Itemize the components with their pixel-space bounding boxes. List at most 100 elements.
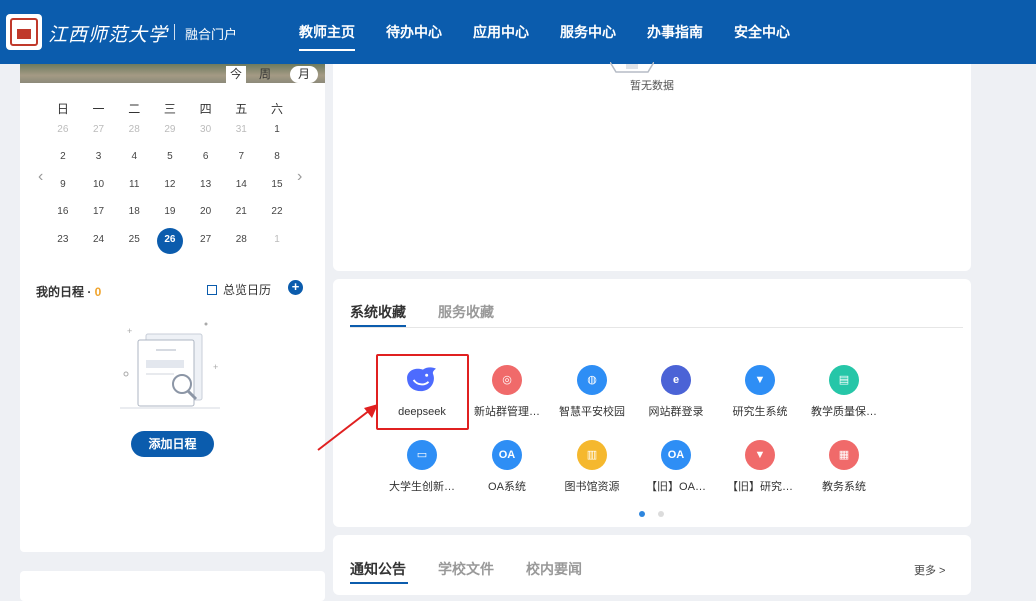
nav-todo-center[interactable]: 待办中心	[386, 0, 442, 64]
calendar-day[interactable]: 7	[223, 145, 259, 169]
tab-campus-news[interactable]: 校内要闻	[526, 559, 582, 579]
view-tab-month[interactable]: 月	[290, 66, 318, 83]
calendar-day[interactable]: 6	[188, 145, 224, 169]
nav-service-center[interactable]: 服务中心	[560, 0, 616, 64]
app-tile-10[interactable]: ▼ 【旧】研究…	[718, 440, 802, 494]
empty-box-icon	[610, 62, 654, 73]
add-schedule-plus-icon[interactable]: +	[288, 280, 303, 295]
calendar-icon	[207, 285, 217, 295]
calendar-day[interactable]: 1	[259, 228, 295, 252]
calendar-day[interactable]: 13	[188, 173, 224, 197]
oa-icon: OA	[661, 440, 691, 470]
empty-data-text: 暂无数据	[630, 80, 674, 92]
calendar-day[interactable]: 24	[81, 228, 117, 252]
tabs-divider	[350, 327, 963, 328]
calendar-day[interactable]: 18	[116, 200, 152, 224]
calendar-day[interactable]: 28	[116, 118, 152, 142]
more-link[interactable]: 更多 >	[914, 562, 945, 578]
svg-text:+: +	[127, 326, 132, 336]
calendar-day[interactable]: 3	[81, 145, 117, 169]
calendar-day[interactable]: 9	[45, 173, 81, 197]
calendar-day[interactable]: 8	[259, 145, 295, 169]
app-tile-11[interactable]: ▦ 教务系统	[802, 440, 886, 494]
calendar-day[interactable]: 16	[45, 200, 81, 224]
calendar-day[interactable]: 11	[116, 173, 152, 197]
calendar-day[interactable]: 4	[116, 145, 152, 169]
calendar-day[interactable]: 19	[152, 200, 188, 224]
header-divider	[174, 24, 175, 40]
calendar-day[interactable]: 5	[152, 145, 188, 169]
nav-guide[interactable]: 办事指南	[647, 0, 703, 64]
weekday: 日	[56, 102, 69, 116]
empty-schedule-illustration: + +	[120, 322, 220, 409]
calendar-week-row: 16 17 18 19 20 21 22	[45, 200, 295, 224]
calendar-day[interactable]: 26	[45, 118, 81, 142]
app-label: 新站群管理…	[474, 406, 540, 418]
nav-app-center[interactable]: 应用中心	[473, 0, 529, 64]
weekday: 三	[163, 102, 176, 116]
calendar-day[interactable]: 25	[116, 228, 152, 252]
chevron-right-icon[interactable]: ›	[297, 168, 302, 186]
nav-security-center[interactable]: 安全中心	[734, 0, 790, 64]
app-tile-8[interactable]: ▥ 图书馆资源	[550, 440, 634, 494]
tab-system-favorites[interactable]: 系统收藏	[350, 302, 406, 322]
calendar-day[interactable]: 20	[188, 200, 224, 224]
open-book-icon: ▦	[829, 440, 859, 470]
calendar-day[interactable]: 14	[223, 173, 259, 197]
favorites-tabs: 系统收藏 服务收藏	[350, 302, 526, 322]
calendar-day[interactable]: 31	[223, 118, 259, 142]
calendar-day[interactable]: 12	[152, 173, 188, 197]
weekday: 六	[270, 102, 283, 116]
calendar-day[interactable]: 27	[81, 118, 117, 142]
school-logo[interactable]	[6, 14, 42, 50]
calendar-day[interactable]: 15	[259, 173, 295, 197]
app-tile-1[interactable]: ◎ 新站群管理…	[465, 365, 549, 419]
app-tile-6[interactable]: ▭ 大学生创新…	[380, 440, 464, 494]
app-tile-3[interactable]: e 网站群登录	[634, 365, 718, 419]
schedule-title: 我的日程 · 0	[36, 283, 101, 300]
calendar-week-row: 2345678	[45, 145, 295, 169]
calendar-day[interactable]: 2	[45, 145, 81, 169]
tab-school-documents[interactable]: 学校文件	[438, 559, 494, 579]
calendar-day[interactable]: 1	[259, 118, 295, 142]
app-tile-2[interactable]: ◍ 智慧平安校园	[550, 365, 634, 419]
weekday: 四	[199, 102, 212, 116]
annotation-arrow-icon	[317, 404, 378, 451]
chevron-left-icon[interactable]: ‹	[38, 168, 43, 186]
calendar-week-row: 23 24 25 26 27 28 1	[45, 228, 295, 252]
weekday: 二	[128, 102, 141, 116]
pager-dot[interactable]	[658, 511, 664, 517]
tab-service-favorites[interactable]: 服务收藏	[438, 302, 494, 322]
app-tile-4[interactable]: ▼ 研究生系统	[718, 365, 802, 419]
app-label: 教学质量保…	[811, 406, 877, 418]
app-tile-9[interactable]: OA 【旧】OA…	[634, 440, 718, 494]
pager-dot-active[interactable]	[639, 511, 645, 517]
app-label: 教务系统	[822, 481, 866, 493]
calendar-day[interactable]: 21	[223, 200, 259, 224]
app-label: 【旧】OA…	[646, 481, 706, 493]
school-name[interactable]: 江西师范大学	[48, 20, 168, 47]
calendar-day[interactable]: 28	[223, 228, 259, 252]
calendar-day-today[interactable]: 26	[152, 228, 188, 252]
deepseek-highlight-box	[376, 354, 469, 430]
calendar-day[interactable]: 30	[188, 118, 224, 142]
view-tab-week[interactable]: 周	[246, 66, 284, 83]
view-tab-today[interactable]: 今	[226, 66, 246, 83]
calendar-day[interactable]: 17	[81, 200, 117, 224]
calendar-day[interactable]: 22	[259, 200, 295, 224]
app-tile-5[interactable]: ▤ 教学质量保…	[802, 365, 886, 419]
tab-notices[interactable]: 通知公告	[350, 559, 406, 579]
overview-calendar-link[interactable]: 总览日历	[207, 281, 271, 298]
calendar-day[interactable]: 27	[188, 228, 224, 252]
nav-teacher-home[interactable]: 教师主页	[299, 0, 355, 64]
graduate-icon: ▼	[745, 365, 775, 395]
calendar-day[interactable]: 23	[45, 228, 81, 252]
app-tile-7[interactable]: OA OA系统	[465, 440, 549, 494]
add-schedule-button[interactable]: 添加日程	[131, 431, 214, 457]
calendar-day[interactable]: 10	[81, 173, 117, 197]
book-icon: ▥	[577, 440, 607, 470]
shield-icon: e	[661, 365, 691, 395]
weekday: 一	[92, 102, 105, 116]
calendar-week-row: 26 27 28 29 30 31 1	[45, 118, 295, 142]
calendar-day[interactable]: 29	[152, 118, 188, 142]
